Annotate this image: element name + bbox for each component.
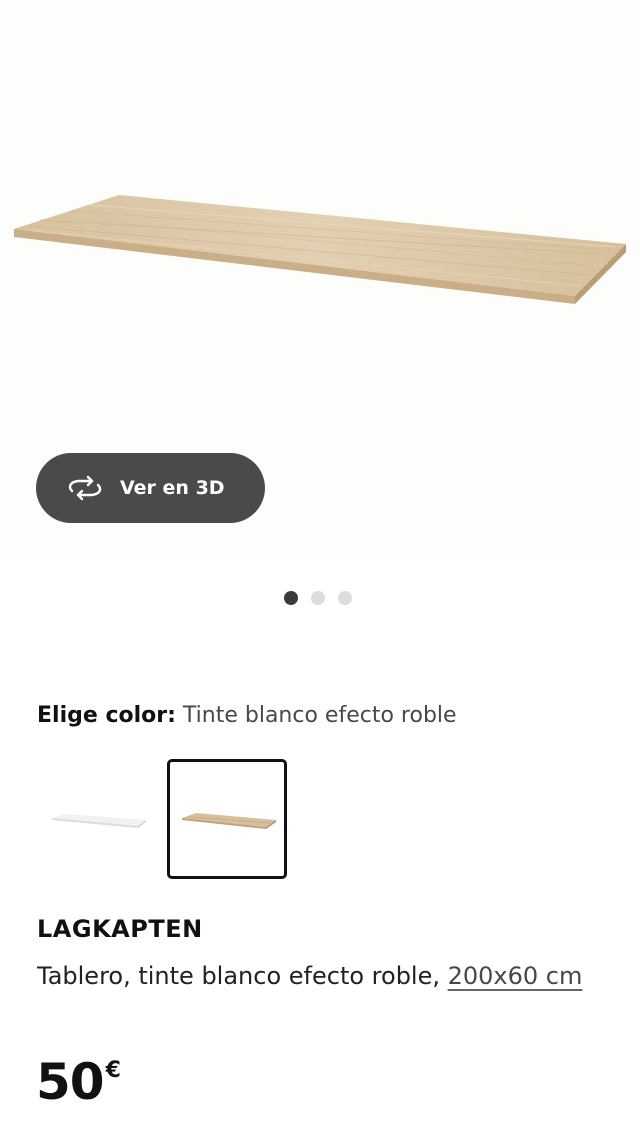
gallery-dot-2[interactable] (311, 591, 325, 605)
white-tabletop-thumbnail (52, 814, 146, 828)
product-description-text: Tablero, tinte blanco efecto roble, (37, 962, 440, 990)
oak-tabletop-thumbnail (182, 813, 276, 829)
color-picker-key: Elige color: (37, 703, 176, 728)
gallery-pagination (284, 591, 352, 605)
rotate-3d-icon (66, 475, 104, 501)
view-in-3d-button[interactable]: Ver en 3D (36, 453, 265, 523)
price-currency: € (105, 1058, 121, 1083)
color-picker-label: Elige color: Tinte blanco efecto roble (37, 703, 457, 728)
selected-color-name: Tinte blanco efecto roble (182, 703, 457, 728)
product-size-link[interactable]: 200x60 cm (448, 962, 583, 990)
price-amount: 50 (36, 1053, 105, 1111)
gallery-dot-1[interactable] (284, 591, 298, 605)
product-name: LAGKAPTEN (37, 915, 203, 943)
color-swatch-white[interactable] (37, 759, 157, 879)
product-price: 50 € (36, 1052, 121, 1112)
product-description: Tablero, tinte blanco efecto roble, 200x… (37, 955, 607, 998)
view-in-3d-label: Ver en 3D (120, 477, 225, 499)
color-swatch-white-stained-oak[interactable] (167, 759, 287, 879)
gallery-dot-3[interactable] (338, 591, 352, 605)
